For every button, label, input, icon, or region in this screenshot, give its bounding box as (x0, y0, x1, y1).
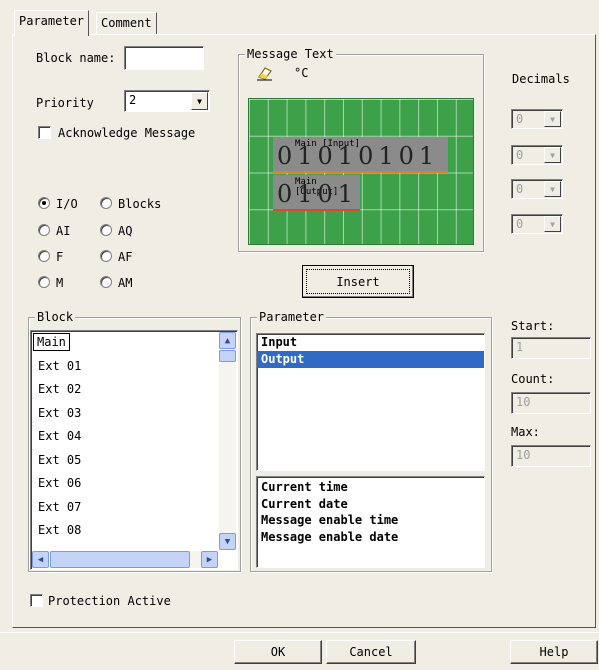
message-block-input[interactable]: Main [Input] 01010101 (273, 137, 448, 173)
decimals-select-1[interactable]: 0 ▼ (511, 109, 563, 129)
decimals-value-1: 0 (516, 112, 524, 126)
list-item[interactable]: Message enable time (257, 512, 484, 529)
start-input[interactable]: 1 (511, 337, 591, 359)
message-text-title: Message Text (245, 47, 336, 61)
degree-celsius-button[interactable]: °C (294, 66, 308, 80)
priority-label: Priority (36, 96, 94, 110)
radio-f[interactable] (38, 250, 50, 262)
parameter-group-title: Parameter (257, 310, 327, 324)
horizontal-scrollbar[interactable]: ◀ ▶ (32, 551, 218, 568)
block-name-input[interactable] (124, 46, 204, 70)
radio-io[interactable] (38, 197, 50, 209)
radio-io-label: I/O (56, 197, 78, 211)
max-input[interactable]: 10 (511, 445, 591, 467)
start-label: Start: (511, 319, 555, 333)
tab-parameter[interactable]: Parameter (14, 10, 90, 36)
priority-select[interactable]: 2 ▼ (124, 90, 210, 112)
radio-aq-label: AQ (118, 224, 133, 238)
scroll-up-icon[interactable]: ▲ (219, 332, 236, 349)
protection-checkbox[interactable] (30, 594, 43, 607)
list-item[interactable]: Ext 02 (31, 378, 219, 402)
count-label: Count: (511, 372, 555, 386)
radio-af[interactable] (100, 250, 112, 262)
radio-blocks[interactable] (100, 197, 112, 209)
protection-label: Protection Active (48, 594, 171, 608)
radio-f-label: F (56, 250, 64, 264)
decimals-value-2: 0 (516, 148, 524, 162)
scroll-down-icon[interactable]: ▼ (219, 533, 236, 550)
chevron-down-icon[interactable]: ▼ (544, 181, 561, 197)
cancel-button[interactable]: Cancel (326, 640, 416, 664)
message-block-output-digits: 0101 (277, 180, 359, 208)
radio-m[interactable] (38, 276, 50, 288)
block-list[interactable]: Main Ext 01 Ext 02 Ext 03 Ext 04 Ext 05 … (30, 330, 238, 570)
decimals-label: Decimals (512, 72, 570, 86)
list-item[interactable]: Ext 06 (31, 472, 219, 496)
chevron-down-icon[interactable]: ▼ (544, 147, 561, 163)
decimals-value-4: 0 (516, 217, 524, 231)
radio-blocks-label: Blocks (118, 197, 162, 211)
horizontal-scroll-thumb[interactable] (50, 551, 190, 568)
chevron-down-icon[interactable]: ▼ (544, 216, 561, 232)
list-item[interactable]: Ext 01 (31, 355, 219, 379)
message-canvas[interactable]: Main [Input] 01010101 Main [Output] 0101 (248, 98, 474, 245)
list-item[interactable]: Ext 08 (31, 519, 219, 543)
list-item[interactable]: Current date (257, 496, 484, 513)
block-group-title: Block (35, 310, 76, 324)
list-item[interactable]: Ext 04 (31, 425, 219, 449)
ok-button[interactable]: OK (234, 640, 322, 664)
block-name-label: Block name: (36, 51, 116, 65)
max-label: Max: (511, 425, 540, 439)
list-item[interactable]: Current time (257, 479, 484, 496)
scroll-left-icon[interactable]: ◀ (32, 551, 49, 568)
message-block-output[interactable]: Main [Output] 0101 (273, 175, 360, 211)
radio-ai-label: AI (56, 224, 71, 238)
radio-m-label: M (56, 276, 64, 290)
help-button[interactable]: Help (510, 640, 598, 664)
list-item[interactable]: Ext 03 (31, 402, 219, 426)
block-item-main: Main (33, 333, 70, 351)
special-parameter-list[interactable]: Current time Current date Message enable… (256, 476, 485, 568)
list-item[interactable]: Input (257, 334, 484, 351)
scroll-right-icon[interactable]: ▶ (201, 551, 218, 568)
list-item[interactable]: Ext 07 (31, 496, 219, 520)
radio-am[interactable] (100, 276, 112, 288)
list-item[interactable]: Ext 05 (31, 449, 219, 473)
decimals-value-3: 0 (516, 182, 524, 196)
eraser-icon[interactable] (256, 65, 274, 81)
list-item[interactable]: Message enable date (257, 529, 484, 546)
count-input[interactable]: 10 (511, 392, 591, 414)
list-item[interactable]: Main (31, 331, 219, 355)
chevron-down-icon[interactable]: ▼ (191, 92, 208, 110)
radio-ai[interactable] (38, 224, 50, 236)
list-item[interactable]: Output (257, 351, 484, 368)
acknowledge-checkbox[interactable] (38, 126, 51, 139)
message-block-input-digits: 01010101 (277, 142, 440, 170)
radio-af-label: AF (118, 250, 133, 264)
decimals-select-2[interactable]: 0 ▼ (511, 145, 563, 165)
vertical-scrollbar[interactable]: ▲ ▼ (219, 332, 236, 550)
decimals-select-4[interactable]: 0 ▼ (511, 214, 563, 234)
radio-am-label: AM (118, 276, 133, 290)
parameter-list[interactable]: Input Output (256, 333, 485, 471)
decimals-select-3[interactable]: 0 ▼ (511, 179, 563, 199)
insert-button[interactable]: Insert (302, 265, 414, 298)
priority-value: 2 (129, 93, 137, 107)
acknowledge-label: Acknowledge Message (58, 126, 196, 140)
tab-comment[interactable]: Comment (96, 12, 157, 34)
footer-divider (0, 632, 599, 633)
chevron-down-icon[interactable]: ▼ (544, 111, 561, 127)
radio-aq[interactable] (100, 224, 112, 236)
vertical-scroll-thumb[interactable] (219, 350, 236, 362)
